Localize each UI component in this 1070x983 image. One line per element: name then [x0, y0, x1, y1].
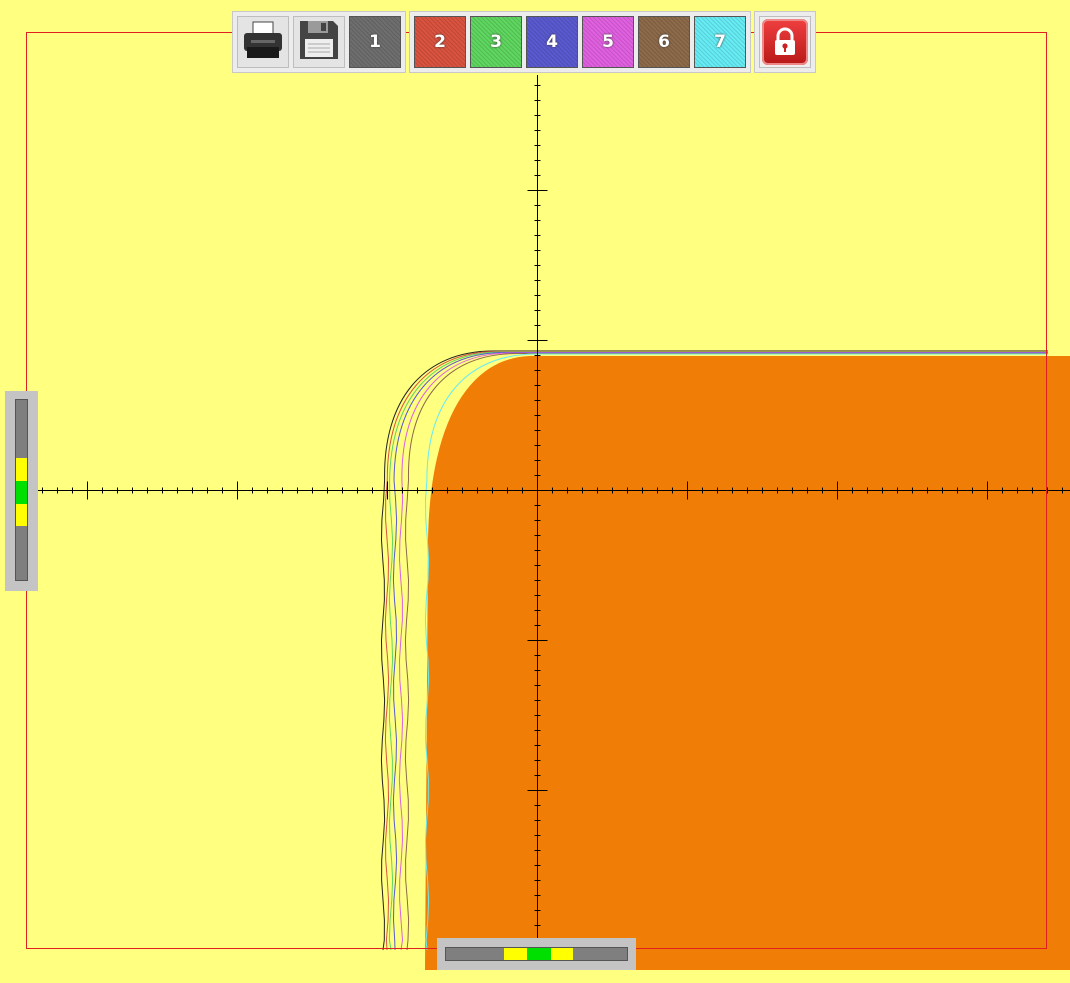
floppy-disk-icon	[297, 18, 341, 66]
slider-segment	[572, 948, 627, 960]
slider-segment	[16, 400, 27, 458]
slider-segment	[16, 504, 27, 526]
toolbar: 1 2 3 4 5 6 7	[232, 11, 816, 73]
layer-button-label: 5	[602, 32, 614, 52]
layer-button-label: 2	[434, 32, 446, 52]
layer-button-label: 6	[658, 32, 670, 52]
slider-segment	[503, 948, 528, 960]
slider-segment	[16, 481, 27, 505]
layer-toolbar-group: 2 3 4 5 6 7	[409, 11, 751, 73]
drawing-canvas[interactable]	[0, 0, 1070, 983]
layer-button-label: 4	[546, 32, 558, 52]
layer-button-label: 1	[369, 32, 381, 52]
layer-button-label: 3	[490, 32, 502, 52]
layer-button-7[interactable]: 7	[694, 16, 746, 68]
slider-segment	[527, 948, 551, 960]
slider-segment	[550, 948, 573, 960]
slider-segment	[16, 457, 27, 481]
save-button[interactable]	[293, 16, 345, 68]
layer-button-3[interactable]: 3	[470, 16, 522, 68]
horizontal-zoom-slider[interactable]	[437, 938, 636, 970]
horizontal-slider-track[interactable]	[445, 947, 628, 961]
layer-button-4[interactable]: 4	[526, 16, 578, 68]
print-button[interactable]	[237, 16, 289, 68]
slider-segment	[446, 948, 504, 960]
printer-icon	[241, 20, 285, 64]
lock-icon	[762, 19, 808, 65]
layer-button-2[interactable]: 2	[414, 16, 466, 68]
layer-button-5[interactable]: 5	[582, 16, 634, 68]
lock-toolbar-group	[754, 11, 816, 73]
canvas-frame	[26, 32, 1047, 949]
layer-button-6[interactable]: 6	[638, 16, 690, 68]
file-toolbar-group: 1	[232, 11, 406, 73]
layer-button-1[interactable]: 1	[349, 16, 401, 68]
slider-segment	[16, 526, 27, 580]
vertical-slider-track[interactable]	[15, 399, 28, 581]
vertical-zoom-slider[interactable]	[5, 391, 38, 591]
lock-button[interactable]	[759, 16, 811, 68]
layer-button-label: 7	[714, 32, 726, 52]
